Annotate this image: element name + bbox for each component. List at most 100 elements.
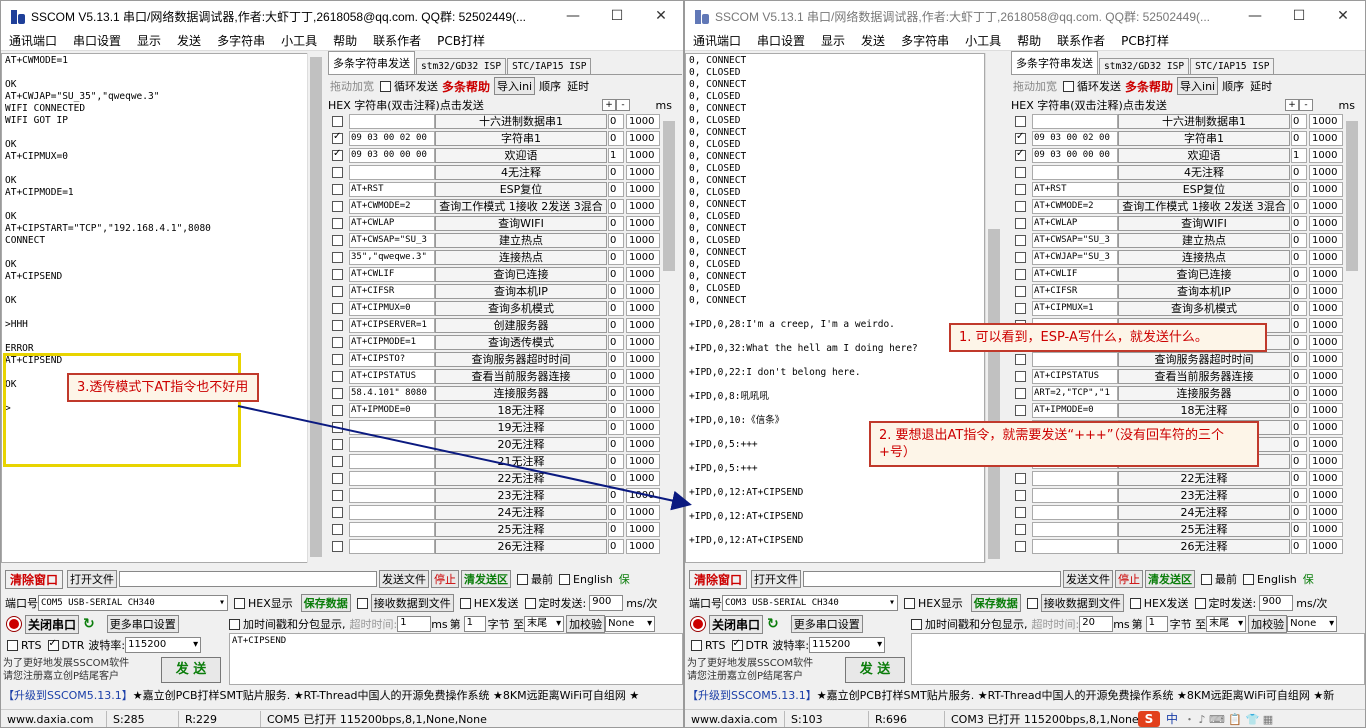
dtr-checkbox[interactable] bbox=[47, 638, 59, 651]
row-string-input[interactable]: AT+RST bbox=[349, 182, 435, 197]
ime-mode-indicator[interactable]: 中 bbox=[1166, 710, 1178, 727]
row-string-input[interactable]: AT+CWLAP bbox=[1032, 216, 1118, 231]
row-order-input[interactable]: 0 bbox=[608, 267, 624, 282]
send-file-button[interactable]: 发送文件 bbox=[1063, 570, 1114, 588]
menu-multi-string[interactable]: 多字符串 bbox=[217, 32, 265, 49]
row-checkbox[interactable] bbox=[332, 235, 343, 246]
menu-port[interactable]: 通讯端口 bbox=[9, 32, 57, 49]
row-order-input[interactable]: 0 bbox=[608, 114, 624, 129]
row-checkbox[interactable] bbox=[1015, 201, 1026, 212]
add-row-button[interactable]: + bbox=[1285, 99, 1299, 111]
row-delay-input[interactable]: 1000 bbox=[626, 437, 660, 452]
send-input[interactable] bbox=[911, 633, 1365, 685]
tab-stc-isp[interactable]: STC/IAP15 ISP bbox=[1190, 58, 1275, 74]
tab-stc-isp[interactable]: STC/IAP15 ISP bbox=[507, 58, 592, 74]
row-send-button[interactable]: 18无注释 bbox=[435, 403, 607, 418]
row-delay-input[interactable]: 1000 bbox=[1309, 250, 1343, 265]
row-checkbox[interactable] bbox=[1015, 524, 1026, 535]
row-order-input[interactable]: 0 bbox=[1291, 318, 1307, 333]
row-delay-input[interactable]: 1000 bbox=[1309, 420, 1343, 435]
send-input[interactable]: AT+CIPSEND bbox=[229, 633, 683, 685]
menu-display[interactable]: 显示 bbox=[137, 32, 161, 49]
hex-send-checkbox[interactable] bbox=[459, 597, 471, 609]
row-send-button[interactable]: 23无注释 bbox=[435, 488, 607, 503]
row-checkbox[interactable] bbox=[332, 201, 343, 212]
row-order-input[interactable]: 0 bbox=[608, 437, 624, 452]
row-string-input[interactable] bbox=[1032, 539, 1118, 554]
row-delay-input[interactable]: 1000 bbox=[626, 420, 660, 435]
row-order-input[interactable]: 0 bbox=[1291, 352, 1307, 367]
row-order-input[interactable]: 0 bbox=[1291, 539, 1307, 554]
row-delay-input[interactable]: 1000 bbox=[626, 216, 660, 231]
row-string-input[interactable]: AT+IPMODE=0 bbox=[1032, 403, 1118, 418]
row-string-input[interactable] bbox=[1032, 471, 1118, 486]
timestamp-checkbox[interactable] bbox=[229, 618, 240, 630]
row-order-input[interactable]: 0 bbox=[608, 403, 624, 418]
title-bar[interactable]: SSCOM V5.13.1 串口/网络数据调试器,作者:大虾丁丁,2618058… bbox=[1, 1, 683, 31]
row-order-input[interactable]: 0 bbox=[1291, 420, 1307, 435]
row-checkbox[interactable] bbox=[332, 337, 343, 348]
row-order-input[interactable]: 0 bbox=[1291, 403, 1307, 418]
row-string-input[interactable] bbox=[349, 539, 435, 554]
row-delay-input[interactable]: 1000 bbox=[1309, 284, 1343, 299]
checksum-select[interactable]: None bbox=[605, 616, 656, 632]
row-order-input[interactable]: 1 bbox=[1291, 148, 1307, 163]
row-delay-input[interactable]: 1000 bbox=[626, 505, 660, 520]
row-send-button[interactable]: 20无注释 bbox=[435, 437, 607, 452]
tab-multi-string[interactable]: 多条字符串发送 bbox=[328, 51, 415, 74]
more-serial-settings-button[interactable]: 更多串口设置 bbox=[790, 615, 863, 633]
row-checkbox[interactable] bbox=[332, 252, 343, 263]
row-send-button[interactable]: 欢迎语 bbox=[435, 148, 607, 163]
row-send-button[interactable]: 查询已连接 bbox=[435, 267, 607, 282]
tab-multi-string[interactable]: 多条字符串发送 bbox=[1011, 51, 1098, 74]
row-checkbox[interactable] bbox=[332, 490, 343, 501]
tray-icons[interactable]: ・ ♪ ⌨ 📋 👕 ▦ bbox=[1184, 711, 1273, 727]
title-bar[interactable]: SSCOM V5.13.1 串口/网络数据调试器,作者:大虾丁丁,2618058… bbox=[685, 1, 1365, 31]
row-string-input[interactable]: AT+CWLAP bbox=[349, 216, 435, 231]
menu-tools[interactable]: 小工具 bbox=[965, 32, 1001, 49]
row-send-button[interactable]: 创建服务器 bbox=[435, 318, 607, 333]
clear-send-button[interactable]: 清发送区 bbox=[461, 570, 512, 588]
row-checkbox[interactable] bbox=[332, 131, 343, 144]
row-send-button[interactable]: 查询本机IP bbox=[1118, 284, 1290, 299]
row-send-button[interactable]: 建立热点 bbox=[1118, 233, 1290, 248]
row-string-input[interactable]: AT+CIFSR bbox=[1032, 284, 1118, 299]
row-send-button[interactable]: 建立热点 bbox=[435, 233, 607, 248]
minimize-button[interactable]: — bbox=[551, 1, 595, 31]
menu-contact[interactable]: 联系作者 bbox=[1057, 32, 1105, 49]
row-send-button[interactable]: 查询工作模式 1接收 2发送 3混合 bbox=[435, 199, 607, 214]
row-delay-input[interactable]: 1000 bbox=[1309, 114, 1343, 129]
row-delay-input[interactable]: 1000 bbox=[626, 539, 660, 554]
row-order-input[interactable]: 0 bbox=[608, 233, 624, 248]
menu-multi-string[interactable]: 多字符串 bbox=[901, 32, 949, 49]
row-send-button[interactable]: 4无注释 bbox=[1118, 165, 1290, 180]
loop-send-checkbox[interactable] bbox=[380, 80, 391, 92]
row-send-button[interactable]: 21无注释 bbox=[435, 454, 607, 469]
row-order-input[interactable]: 0 bbox=[608, 505, 624, 520]
ad-text[interactable]: ★嘉立创PCB打样SMT贴片服务. ★RT-Thread中国人的开源免费操作系统… bbox=[817, 689, 1334, 702]
row-delay-input[interactable]: 1000 bbox=[626, 522, 660, 537]
row-checkbox[interactable] bbox=[332, 456, 343, 467]
checksum-button[interactable]: 加校验 bbox=[566, 615, 606, 633]
open-file-button[interactable]: 打开文件 bbox=[67, 570, 118, 588]
row-delay-input[interactable]: 1000 bbox=[1309, 318, 1343, 333]
row-checkbox[interactable] bbox=[1015, 116, 1026, 127]
row-send-button[interactable]: 欢迎语 bbox=[1118, 148, 1290, 163]
more-serial-settings-button[interactable]: 更多串口设置 bbox=[106, 615, 179, 633]
drag-widen-label[interactable]: 拖动加宽 bbox=[330, 78, 374, 94]
row-send-button[interactable]: 连接热点 bbox=[1118, 250, 1290, 265]
timed-send-input[interactable]: 900 bbox=[1259, 595, 1294, 611]
row-string-input[interactable] bbox=[349, 114, 435, 129]
baud-select[interactable]: 115200 bbox=[809, 637, 886, 653]
port-select[interactable]: COM3 USB-SERIAL CH340 bbox=[722, 595, 898, 611]
port-select[interactable]: COM5 USB-SERIAL CH340 bbox=[38, 595, 228, 611]
row-delay-input[interactable]: 1000 bbox=[1309, 165, 1343, 180]
row-string-input[interactable]: ART=2,"TCP","1 bbox=[1032, 386, 1118, 401]
row-string-input[interactable]: AT+RST bbox=[1032, 182, 1118, 197]
row-send-button[interactable]: 查看当前服务器连接 bbox=[1118, 369, 1290, 384]
row-order-input[interactable]: 0 bbox=[608, 369, 624, 384]
row-checkbox[interactable] bbox=[332, 405, 343, 416]
menu-display[interactable]: 显示 bbox=[821, 32, 845, 49]
row-send-button[interactable]: 查询服务器超时时间 bbox=[1118, 352, 1290, 367]
row-string-input[interactable]: 09 03 00 00 00 bbox=[349, 148, 435, 163]
